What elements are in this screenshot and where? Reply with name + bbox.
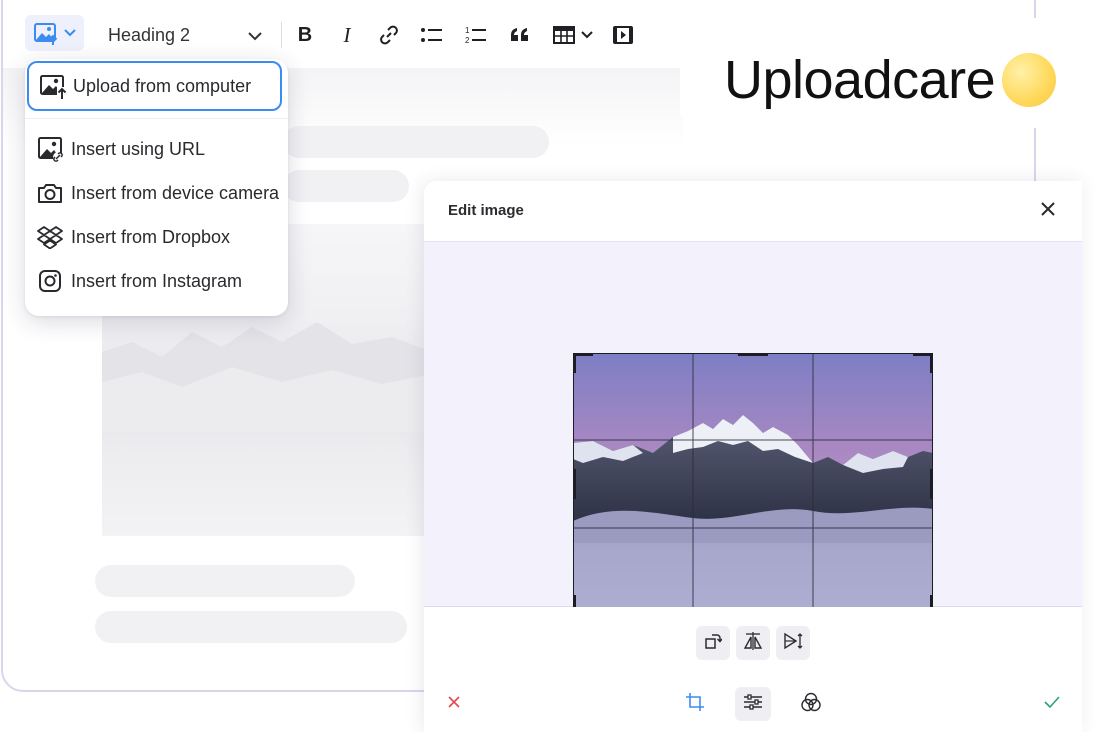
flip-vertical-icon [782, 631, 804, 656]
bullet-list-button[interactable] [417, 17, 447, 53]
heading-select-value: Heading 2 [108, 24, 191, 45]
bold-icon: B [297, 23, 313, 46]
filters-tab[interactable] [794, 687, 828, 721]
sliders-icon [743, 693, 763, 716]
crop-area[interactable] [573, 353, 933, 615]
text-placeholder-line [283, 170, 409, 202]
content-image-mountains [102, 322, 432, 432]
cancel-button[interactable] [437, 687, 471, 721]
italic-button[interactable]: I [333, 17, 361, 53]
svg-text:1: 1 [465, 26, 470, 35]
dropdown-item-label: Upload from computer [73, 75, 252, 96]
toolbar-divider [281, 22, 282, 48]
edit-image-panel: Edit image [424, 181, 1082, 732]
dropbox-icon [37, 224, 63, 250]
image-canvas [424, 242, 1082, 615]
text-placeholder-line [283, 126, 549, 158]
chevron-down-icon [247, 25, 263, 46]
image-upload-icon [33, 21, 59, 45]
flip-horizontal-icon [742, 631, 764, 656]
link-button[interactable] [375, 17, 403, 53]
blockquote-button[interactable] [505, 17, 535, 53]
brand-card: Uploadcare [680, 18, 1095, 128]
rotate-icon [704, 632, 723, 655]
crop-icon [685, 692, 705, 717]
insert-using-url-item[interactable]: Insert using URL [37, 129, 205, 169]
image-upload-icon [39, 72, 67, 100]
rotate-button[interactable] [696, 626, 730, 660]
flip-horizontal-button[interactable] [736, 626, 770, 660]
edit-tools [424, 607, 1082, 732]
link-icon [379, 25, 399, 45]
flip-vertical-button[interactable] [776, 626, 810, 660]
upload-from-computer-item[interactable]: Upload from computer [27, 61, 282, 111]
insert-image-button[interactable] [25, 15, 84, 51]
numbered-list-icon: 12 [464, 25, 488, 45]
insert-from-dropbox-item[interactable]: Insert from Dropbox [37, 217, 230, 257]
table-button[interactable] [549, 17, 597, 53]
image-link-icon [37, 136, 63, 162]
checkmark-icon [1044, 695, 1060, 714]
text-placeholder-line [95, 565, 355, 597]
text-placeholder-line [95, 611, 407, 643]
bold-button[interactable]: B [291, 17, 319, 53]
bullet-list-icon [420, 26, 444, 44]
media-icon [612, 25, 634, 45]
dropdown-item-label: Insert from device camera [71, 182, 280, 203]
close-icon [447, 695, 461, 714]
instagram-icon [37, 268, 63, 294]
adjust-tab[interactable] [735, 687, 771, 721]
filters-icon [801, 692, 821, 717]
italic-icon: I [343, 22, 351, 47]
media-embed-button[interactable] [609, 17, 637, 53]
crop-tab[interactable] [678, 687, 712, 721]
edit-image-header: Edit image [424, 181, 1082, 242]
edit-image-title: Edit image [448, 202, 524, 219]
quote-icon [509, 27, 531, 43]
insert-from-instagram-item[interactable]: Insert from Instagram [37, 261, 242, 301]
camera-icon [37, 180, 63, 206]
svg-text:2: 2 [465, 36, 470, 45]
chevron-down-icon [63, 28, 77, 38]
dropdown-item-label: Insert using URL [71, 138, 206, 159]
close-button[interactable] [1036, 199, 1060, 223]
dropdown-item-label: Insert from Dropbox [71, 226, 231, 247]
dropdown-divider [25, 118, 288, 119]
dropdown-item-label: Insert from Instagram [71, 270, 243, 291]
table-icon [552, 25, 576, 45]
heading-select[interactable]: Heading 2 [97, 15, 273, 55]
close-icon [1041, 201, 1055, 221]
insert-image-dropdown: Upload from computer Insert using URL In… [25, 59, 288, 316]
insert-from-camera-item[interactable]: Insert from device camera [37, 173, 279, 213]
brand-logo-text: Uploadcare [724, 50, 996, 110]
brand-logo-dot [1002, 53, 1056, 107]
chevron-down-icon [580, 30, 594, 40]
apply-button[interactable] [1035, 687, 1069, 721]
numbered-list-button[interactable]: 12 [461, 17, 491, 53]
